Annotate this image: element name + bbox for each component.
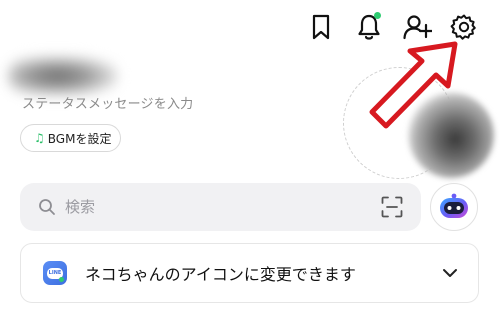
notifications-button[interactable]: [352, 10, 386, 44]
ai-bot-icon: [440, 193, 468, 218]
bgm-button-label: BGMを設定: [47, 131, 112, 146]
bgm-button[interactable]: ♫ BGMを設定: [20, 124, 121, 152]
notice-card[interactable]: LINE ネコちゃんのアイコンに変更できます: [20, 243, 479, 303]
search-icon: [39, 199, 55, 215]
add-friend-icon: [403, 15, 432, 40]
gear-icon: [450, 14, 476, 40]
bookmark-icon: [312, 14, 330, 40]
chevron-down-icon[interactable]: [442, 266, 458, 280]
search-bar[interactable]: [20, 183, 421, 231]
bookmark-button[interactable]: [304, 10, 338, 44]
search-input[interactable]: [63, 197, 367, 217]
notice-text: ネコちゃんのアイコンに変更できます: [85, 265, 356, 284]
profile-name-blurred: [8, 56, 118, 96]
scan-icon[interactable]: [381, 196, 403, 218]
status-message[interactable]: ステータスメッセージを入力: [22, 93, 193, 112]
ai-assistant-button[interactable]: [430, 183, 478, 231]
notification-dot: [374, 12, 381, 19]
annotation-arrow-icon: [369, 41, 458, 129]
music-note-icon: ♫: [34, 131, 45, 145]
app-icon: LINE: [43, 261, 67, 285]
app-icon-dot: [59, 277, 64, 282]
add-friend-button[interactable]: [400, 10, 434, 44]
settings-button[interactable]: [447, 10, 481, 44]
